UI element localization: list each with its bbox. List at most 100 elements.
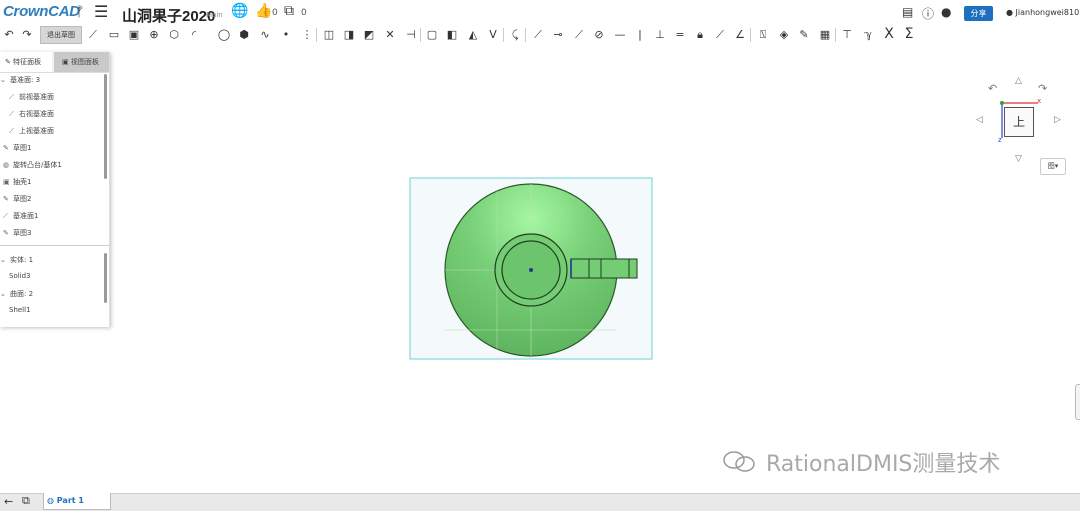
rotate-cw-icon[interactable]: ↷ bbox=[1038, 82, 1047, 95]
sum-icon[interactable]: Σ bbox=[902, 27, 916, 42]
view-mode-button[interactable]: 图▾ bbox=[1040, 158, 1066, 175]
chamfer-icon[interactable]: ⟋ bbox=[531, 27, 545, 42]
tab-feature-panel[interactable]: ✎ 特征面板 bbox=[0, 52, 52, 72]
sketch-pen-icon[interactable]: ✎ bbox=[797, 27, 811, 42]
tree-item-revolve1[interactable]: ◍ 旋转凸台/基体1 bbox=[3, 160, 62, 170]
like-count: 0 bbox=[272, 8, 278, 18]
collapse-icon: ⌄ bbox=[0, 290, 6, 298]
share-button[interactable]: 分享 bbox=[964, 6, 993, 21]
document-title[interactable]: 山洞果子2020 bbox=[122, 5, 215, 26]
mirror-icon[interactable]: ◨ bbox=[342, 27, 356, 42]
rotate-down-icon[interactable]: ▽ bbox=[1015, 154, 1022, 164]
rectangle-icon[interactable]: ▭ bbox=[107, 27, 121, 42]
tree-item-sketch2[interactable]: ✎ 草图2 bbox=[3, 194, 31, 204]
tree-item-sketch3[interactable]: ✎ 草图3 bbox=[3, 228, 31, 238]
trim-icon[interactable]: ✕ bbox=[383, 27, 397, 42]
arc-icon[interactable]: ◜ bbox=[187, 27, 201, 42]
project-icon[interactable]: ◧ bbox=[445, 27, 459, 42]
convert-icon[interactable]: ▢ bbox=[425, 27, 439, 42]
pattern-icon[interactable]: ◩ bbox=[362, 27, 376, 42]
slot-icon[interactable]: ▣ bbox=[127, 27, 141, 42]
part-icon: ◍ bbox=[47, 496, 57, 505]
globe-icon[interactable]: 🌐 bbox=[231, 3, 248, 19]
z-axis-label: z bbox=[998, 136, 1002, 144]
fix-icon[interactable]: 🔒︎ bbox=[693, 27, 707, 42]
close-sketch-x[interactable]: X bbox=[882, 27, 896, 42]
plane-icon: ⟋ bbox=[9, 93, 14, 101]
undo-icon[interactable]: ↶ bbox=[2, 27, 16, 42]
midpoint-icon[interactable]: ⟋ bbox=[572, 27, 586, 42]
user-menu[interactable]: ● Jianhongwei810 ▾ bbox=[1006, 8, 1080, 17]
tangent-icon[interactable]: ⊘ bbox=[592, 27, 606, 42]
tree-item-solids[interactable]: ⌄ 实体: 1 bbox=[0, 255, 33, 265]
sketch-picture-icon[interactable]: ▦ bbox=[818, 27, 832, 42]
model-viewport[interactable] bbox=[405, 173, 660, 365]
dimension-icon[interactable]: ⍂ bbox=[756, 27, 770, 42]
text-icon[interactable]: ◭ bbox=[466, 27, 480, 42]
part-tab[interactable]: ◍ Part 1 bbox=[43, 493, 111, 510]
origin-point[interactable] bbox=[529, 268, 533, 272]
tree-item-front-plane[interactable]: ⟋ 前视基准面 bbox=[9, 92, 54, 102]
rotate-right-icon[interactable]: ▷ bbox=[1054, 115, 1061, 125]
rotate-up-icon[interactable]: △ bbox=[1015, 76, 1022, 86]
fillet-icon[interactable]: ⤹ bbox=[508, 27, 522, 42]
check-icon[interactable]: ℽ bbox=[861, 27, 875, 42]
collapse-icon: ⌄ bbox=[0, 76, 6, 84]
bodies-scrollbar[interactable] bbox=[104, 253, 107, 303]
tab-view-panel[interactable]: ▣ 视图面板 bbox=[54, 52, 109, 72]
smart-dimension-icon[interactable]: ◈ bbox=[777, 27, 791, 42]
centerline-icon[interactable]: ⋮ bbox=[300, 27, 314, 42]
point-icon[interactable]: • bbox=[279, 27, 293, 42]
export-icon[interactable]: ⧉ bbox=[22, 494, 30, 508]
horizontal-icon[interactable]: — bbox=[613, 27, 627, 42]
tree-item-sketch1[interactable]: ✎ 草图1 bbox=[3, 143, 31, 153]
tree-item-shell1[interactable]: ▣ 抽壳1 bbox=[3, 177, 31, 187]
tree-item-plane1[interactable]: ⟋ 基准面1 bbox=[3, 211, 38, 221]
redo-icon[interactable]: ↷ bbox=[20, 27, 34, 42]
user-name: Jianhongwei810 bbox=[1015, 8, 1080, 17]
sketch-icon: ✎ bbox=[3, 144, 9, 152]
tree-item-top-plane[interactable]: ⟋ 上视基准面 bbox=[9, 126, 54, 136]
model-handle[interactable] bbox=[570, 258, 638, 279]
tree-item-shell-body[interactable]: Shell1 bbox=[9, 306, 31, 314]
measure-icon[interactable]: ⊤ bbox=[840, 27, 854, 42]
polygon-icon[interactable]: ⬡ bbox=[167, 27, 181, 42]
ellipse-icon[interactable]: ◯ bbox=[217, 27, 231, 42]
chat-icon[interactable]: ● bbox=[941, 5, 951, 19]
star-polygon-icon[interactable]: ⬢ bbox=[237, 27, 251, 42]
plane-icon: ⟋ bbox=[9, 127, 14, 135]
storage-icon[interactable]: ▤ bbox=[902, 5, 913, 19]
app-logo[interactable]: CrownCAD bbox=[3, 3, 80, 20]
help-icon[interactable]: ⓘ bbox=[922, 5, 934, 22]
split-icon[interactable]: V bbox=[486, 27, 500, 42]
menu-icon[interactable]: ☰ bbox=[94, 2, 108, 21]
rotate-left-icon[interactable]: ◁ bbox=[976, 115, 983, 125]
line-icon[interactable]: ⟋ bbox=[86, 27, 100, 42]
tree-item-right-plane[interactable]: ⟋ 右视基准面 bbox=[9, 109, 54, 119]
offset-icon[interactable]: ◫ bbox=[322, 27, 336, 42]
rotate-ccw-icon[interactable]: ↶ bbox=[988, 82, 997, 95]
extend-icon[interactable]: ⊣ bbox=[404, 27, 418, 42]
perpendicular-icon[interactable]: ⊥ bbox=[653, 27, 667, 42]
tree-scrollbar[interactable] bbox=[104, 74, 107, 179]
parallel-icon[interactable]: ⟋ bbox=[713, 27, 727, 42]
sketch-toolbar: ↶ ↷ ⟋ ▭ ▣ ⊕ ⬡ ◜ ◯ ⬢ ∿ • ⋮ ◫ ◨ ◩ ✕ ⊣ ▢ ◧ … bbox=[0, 24, 1080, 46]
tree-item-planes[interactable]: ⌄ 基准面: 3 bbox=[0, 75, 40, 85]
circle-icon[interactable]: ⊕ bbox=[147, 27, 161, 42]
branch-icon[interactable]: ᚠ bbox=[76, 4, 84, 20]
back-icon[interactable]: ← bbox=[4, 495, 13, 508]
tree-item-solid3[interactable]: Solid3 bbox=[9, 272, 31, 280]
vertical-icon[interactable]: | bbox=[633, 27, 647, 42]
tree-item-surfaces[interactable]: ⌄ 曲面: 2 bbox=[0, 289, 33, 299]
exit-sketch-button[interactable]: 退出草图 bbox=[40, 26, 82, 44]
spline-icon[interactable]: ∿ bbox=[258, 27, 272, 42]
copy-icon[interactable]: ⧉ bbox=[284, 3, 294, 19]
equal-icon[interactable]: = bbox=[673, 27, 687, 42]
angle-icon[interactable]: ∠ bbox=[733, 27, 747, 42]
coincident-icon[interactable]: ⊸ bbox=[551, 27, 565, 42]
side-panel-handle[interactable] bbox=[1075, 384, 1080, 420]
copy-count: 0 bbox=[301, 8, 307, 18]
collapse-icon: ⌄ bbox=[0, 256, 6, 264]
like-icon[interactable]: 👍 bbox=[255, 3, 272, 19]
feature-panel-icon: ✎ bbox=[5, 58, 14, 66]
